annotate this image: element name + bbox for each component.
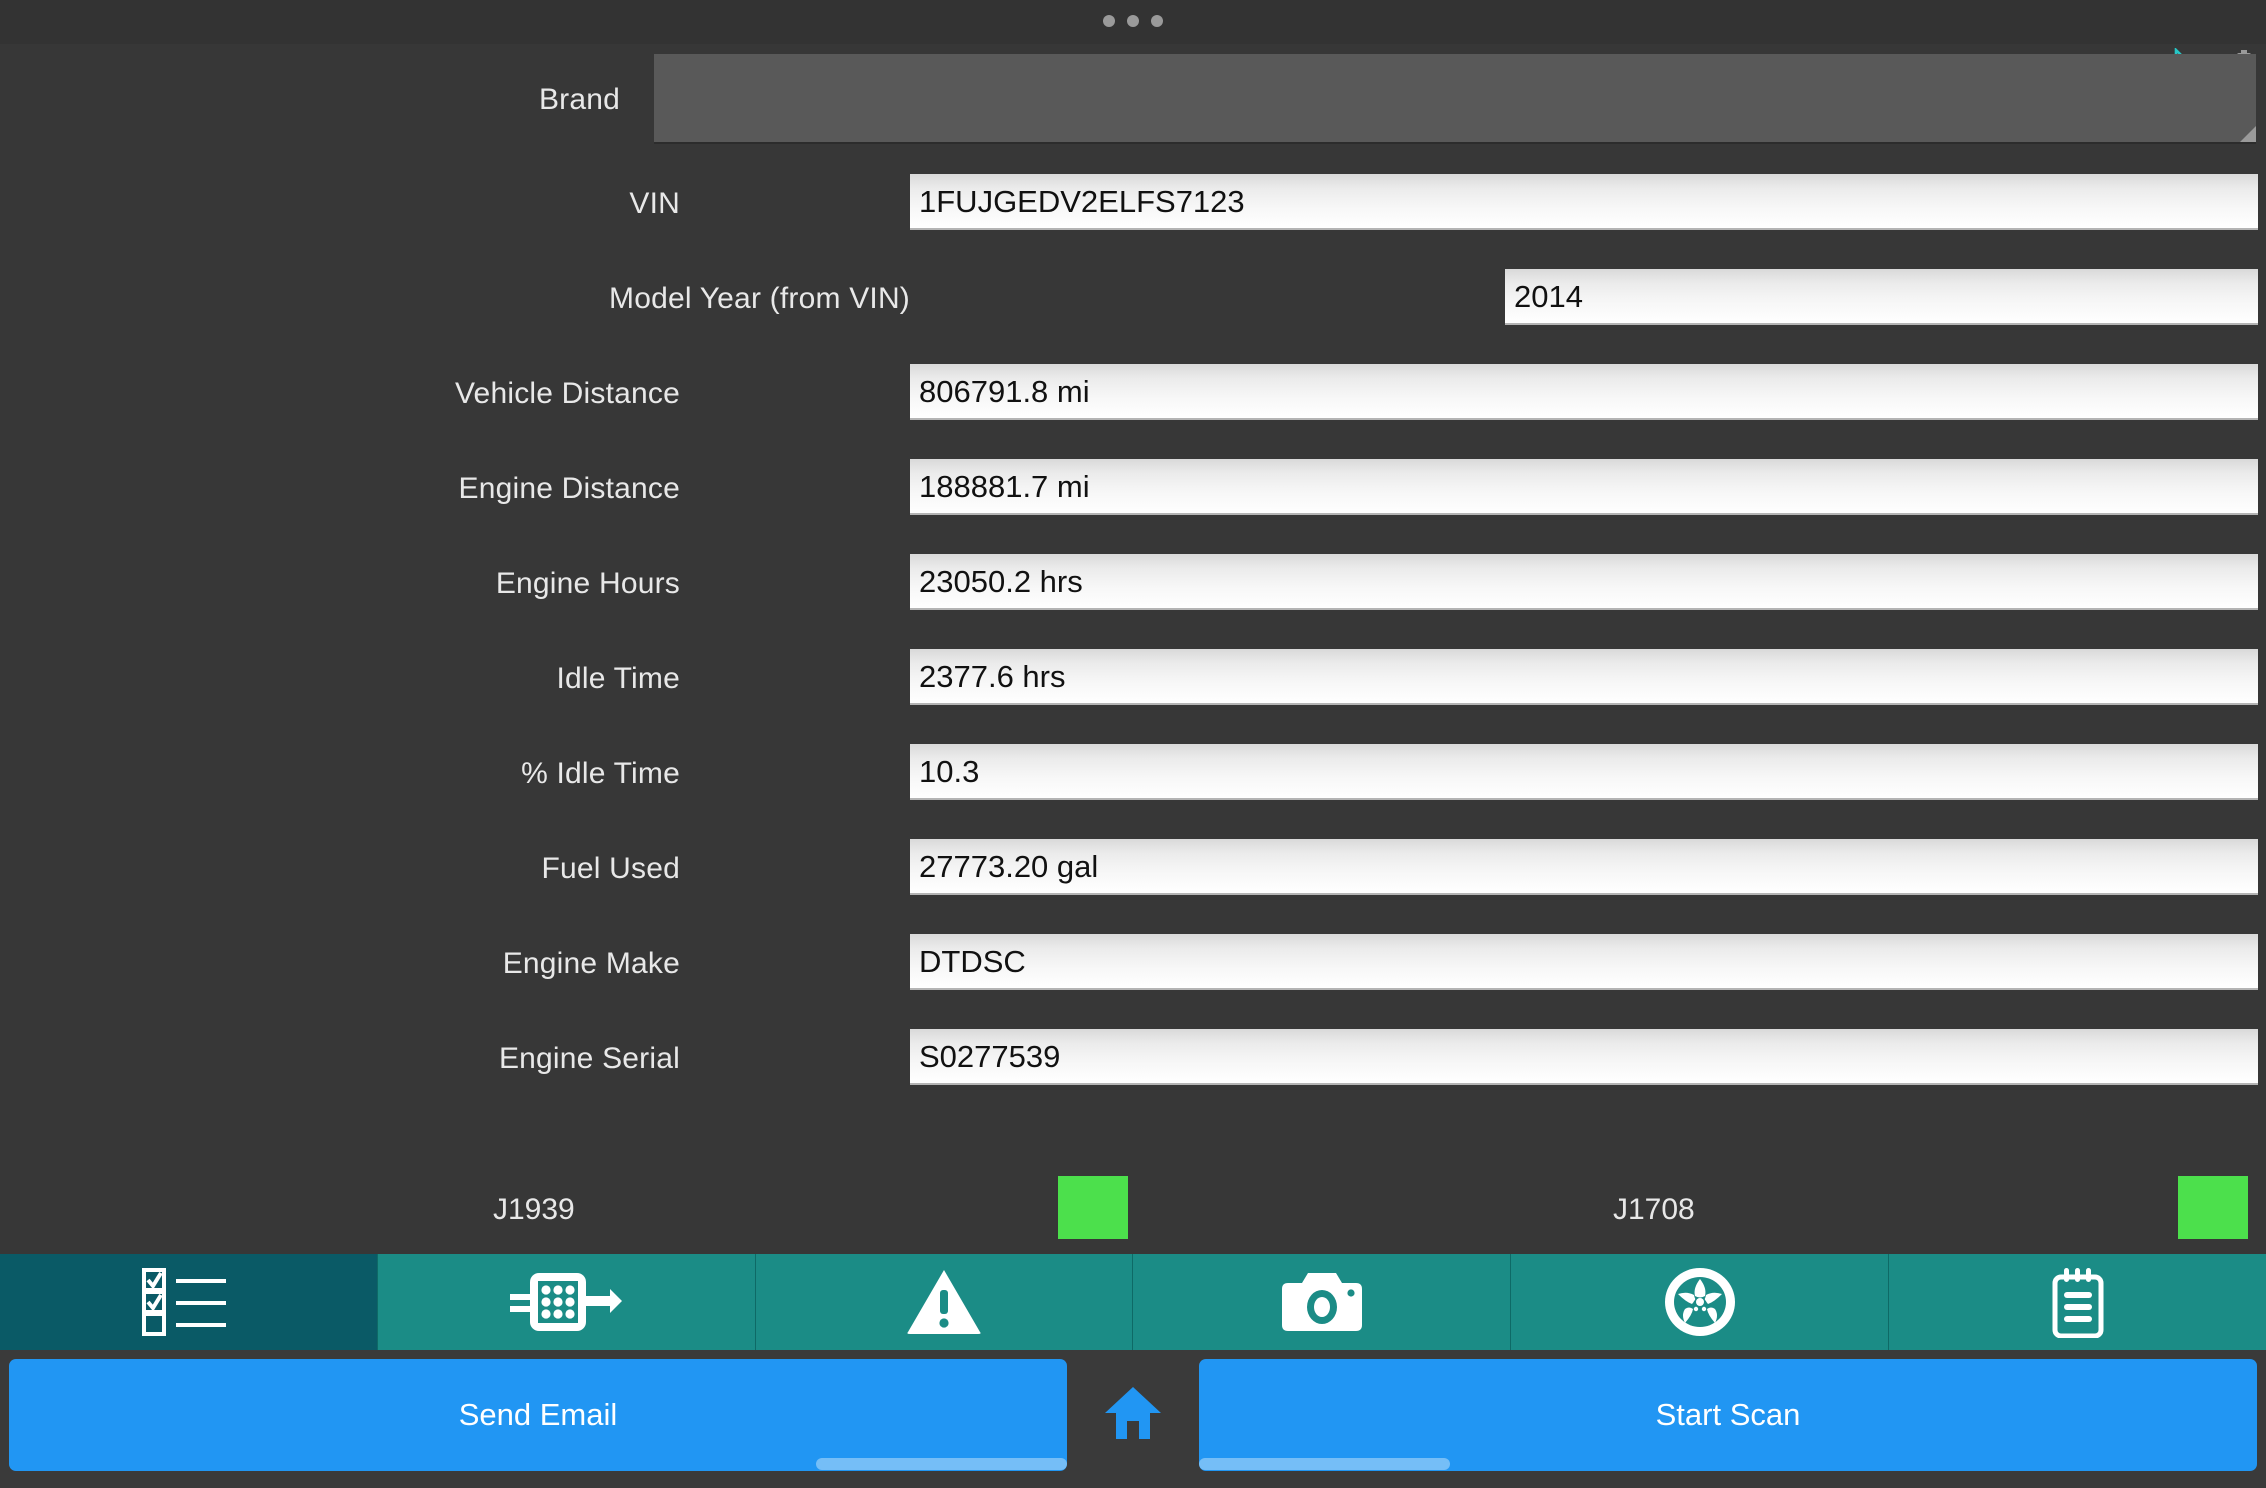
label-idle-time: Idle Time [556,661,680,695]
overflow-menu-dots[interactable] [1103,15,1163,27]
start-scan-label: Start Scan [1655,1397,1801,1432]
tab-camera[interactable] [1133,1254,1512,1350]
status-led-j1708 [2178,1176,2248,1239]
model-year-input[interactable]: 2014 [1505,269,2258,325]
vin-value: 1FUJGEDV2ELFS7123 [919,183,1245,219]
tab-checklist[interactable] [0,1254,378,1350]
dot-1 [1103,15,1115,27]
label-percent-idle-time: % Idle Time [521,756,680,790]
label-engine-make: Engine Make [502,946,680,980]
row-fuel-used: Fuel Used 27773.20 gal [0,821,2266,916]
camera-icon [1280,1269,1364,1335]
wheel-icon [1663,1266,1737,1338]
label-vin: VIN [629,186,680,220]
row-vin: VIN 1FUJGEDV2ELFS7123 [0,156,2266,251]
tab-connector[interactable] [377,1254,756,1350]
label-vehicle-distance: Vehicle Distance [455,376,680,410]
label-engine-hours: Engine Hours [495,566,680,600]
home-icon [1104,1385,1162,1446]
tab-wheel[interactable] [1511,1254,1890,1350]
engine-hours-input[interactable]: 23050.2 hrs [910,554,2258,610]
row-vehicle-distance: Vehicle Distance 806791.8 mi [0,346,2266,441]
tab-notes[interactable] [1889,1254,2266,1350]
vehicle-info-form: Brand VIN 1FUJGEDV2ELFS7123 Model Year (… [0,44,2266,1106]
row-idle-time: Idle Time 2377.6 hrs [0,631,2266,726]
home-button[interactable] [1067,1359,1199,1471]
brand-spinner[interactable] [654,54,2256,144]
row-brand: Brand [0,44,2266,156]
status-strip [0,0,2266,44]
engine-hours-value: 23050.2 hrs [919,563,1083,599]
model-year-value: 2014 [1514,278,1583,314]
app-root: Brand VIN 1FUJGEDV2ELFS7123 Model Year (… [0,0,2266,1488]
protocol-status-row: J1939 J1708 [0,1160,2266,1260]
send-email-button[interactable]: Send Email [9,1359,1067,1471]
send-email-label: Send Email [458,1397,618,1432]
label-engine-distance: Engine Distance [458,471,680,505]
percent-idle-time-input[interactable]: 10.3 [910,744,2258,800]
engine-serial-value: S0277539 [919,1038,1061,1074]
fuel-used-input[interactable]: 27773.20 gal [910,839,2258,895]
dot-2 [1127,15,1139,27]
label-engine-serial: Engine Serial [498,1041,680,1075]
row-engine-serial: Engine Serial S0277539 [0,1011,2266,1106]
row-engine-hours: Engine Hours 23050.2 hrs [0,536,2266,631]
action-bar: Send Email Start Scan [0,1350,2266,1488]
dot-3 [1151,15,1163,27]
checklist-icon [140,1267,236,1337]
label-model-year: Model Year (from VIN) [609,281,910,315]
row-model-year: Model Year (from VIN) 2014 [0,251,2266,346]
tab-bar [0,1254,2266,1350]
idle-time-value: 2377.6 hrs [919,658,1066,694]
engine-make-input[interactable]: DTDSC [910,934,2258,990]
engine-distance-value: 188881.7 mi [919,468,1090,504]
status-led-j1939 [1058,1176,1128,1239]
row-percent-idle-time: % Idle Time 10.3 [0,726,2266,821]
engine-distance-input[interactable]: 188881.7 mi [910,459,2258,515]
label-j1939: J1939 [493,1193,575,1226]
warning-icon [906,1268,982,1336]
label-brand: Brand [538,83,620,116]
connector-icon [506,1267,626,1337]
idle-time-input[interactable]: 2377.6 hrs [910,649,2258,705]
engine-serial-input[interactable]: S0277539 [910,1029,2258,1085]
label-j1708: J1708 [1613,1193,1695,1226]
row-engine-make: Engine Make DTDSC [0,916,2266,1011]
start-scan-button[interactable]: Start Scan [1199,1359,2257,1471]
fuel-used-value: 27773.20 gal [919,848,1099,884]
notepad-icon [2047,1266,2109,1338]
label-fuel-used: Fuel Used [541,851,680,885]
vehicle-distance-value: 806791.8 mi [919,373,1090,409]
tab-faults[interactable] [755,1254,1134,1350]
engine-make-value: DTDSC [919,943,1026,979]
vin-input[interactable]: 1FUJGEDV2ELFS7123 [910,174,2258,230]
vehicle-distance-input[interactable]: 806791.8 mi [910,364,2258,420]
percent-idle-time-value: 10.3 [919,753,980,789]
row-engine-distance: Engine Distance 188881.7 mi [0,441,2266,536]
